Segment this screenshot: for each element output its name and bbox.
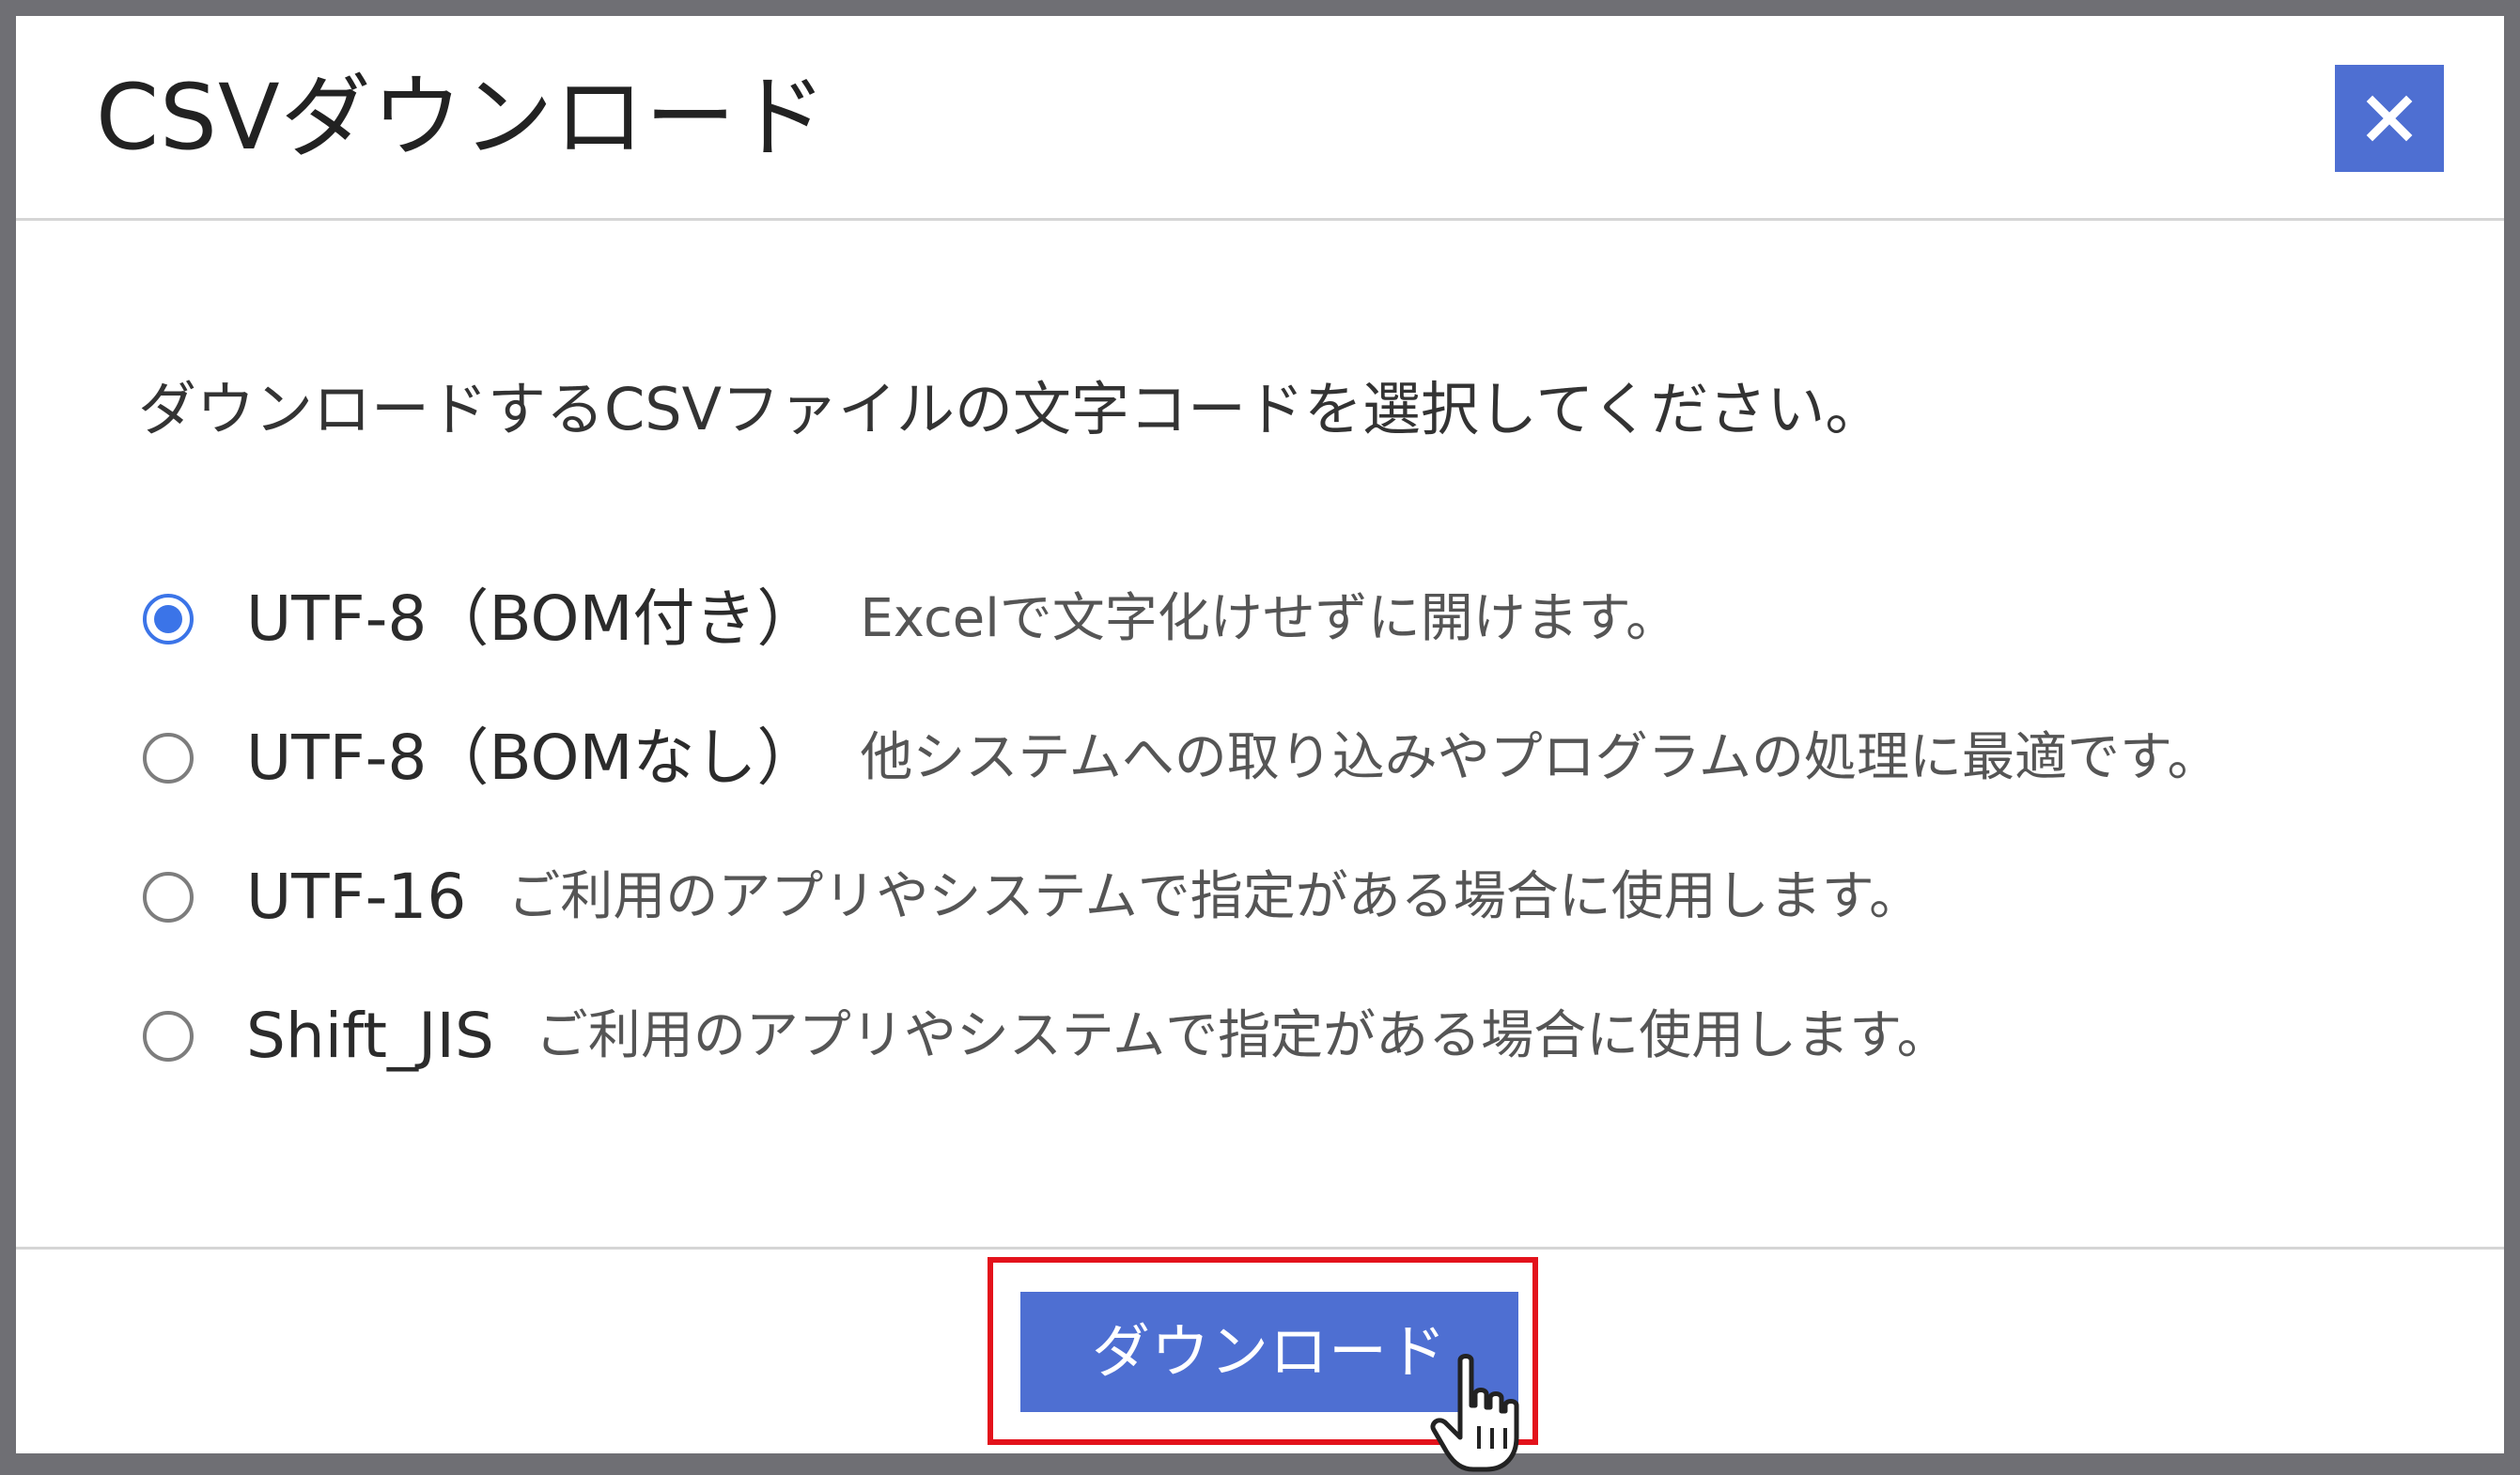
hand-pointer-icon [1430,1354,1519,1472]
option-label: UTF-8（BOM付き） [246,582,819,655]
dialog-header: CSVダウンロード [16,16,2504,221]
close-icon [2366,95,2413,142]
dialog-title: CSVダウンロード [96,65,828,170]
dialog-footer: ダウンロード [16,1247,2504,1453]
radio-utf8-bom[interactable] [143,594,194,644]
radio-utf16[interactable] [143,872,194,923]
option-utf8-bom[interactable]: UTF-8（BOM付き） Excelで文字化けせずに開けます。 [143,550,2219,689]
option-label: UTF-8（BOMなし） [246,722,819,794]
dialog-body: ダウンロードするCSVファイルの文字コードを選択してください。 UTF-8（BO… [16,221,2504,1247]
option-shift-jis[interactable]: Shift_JIS ご利用のアプリやシステムで指定がある場合に使用します。 [143,967,2219,1106]
option-label: Shift_JIS [246,1000,494,1072]
radio-selected-dot [154,605,182,633]
option-utf8-nobom[interactable]: UTF-8（BOMなし） 他システムへの取り込みやプログラムの処理に最適です。 [143,689,2219,828]
radio-utf8-nobom[interactable] [143,733,194,784]
instruction-text: ダウンロードするCSVファイルの文字コードを選択してください。 [138,375,1884,443]
radio-shift-jis[interactable] [143,1011,194,1062]
close-button[interactable] [2335,65,2444,172]
encoding-options: UTF-8（BOM付き） Excelで文字化けせずに開けます。 UTF-8（BO… [143,550,2219,1106]
option-description: 他システムへの取り込みやプログラムの処理に最適です。 [860,727,2220,788]
option-utf16[interactable]: UTF-16 ご利用のアプリやシステムで指定がある場合に使用します。 [143,828,2219,967]
csv-download-dialog: CSVダウンロード ダウンロードするCSVファイルの文字コードを選択してください… [16,16,2504,1453]
option-label: UTF-16 [246,861,467,933]
option-description: Excelで文字化けせずに開けます。 [860,588,1679,649]
option-description: ご利用のアプリやシステムで指定がある場合に使用します。 [507,866,1922,927]
option-description: ご利用のアプリやシステムで指定がある場合に使用します。 [535,1005,1950,1066]
